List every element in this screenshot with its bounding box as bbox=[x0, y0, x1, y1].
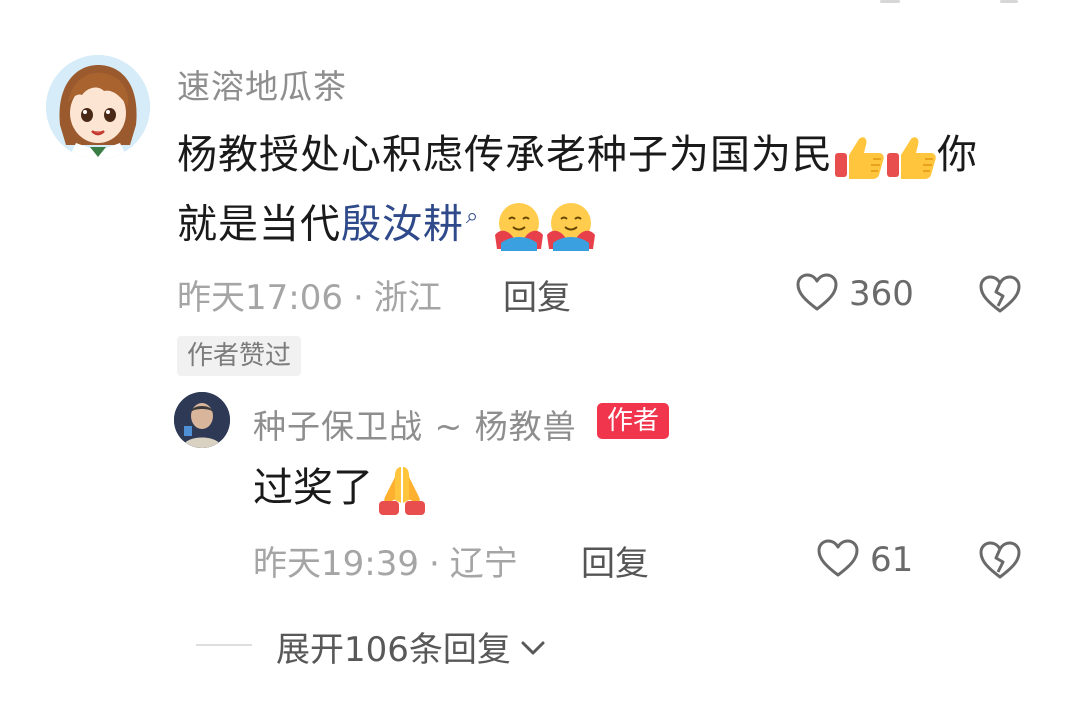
reply-like-button[interactable]: 61 bbox=[816, 538, 913, 582]
like-count: 360 bbox=[849, 274, 914, 314]
previous-row-edge bbox=[880, 0, 1020, 4]
expand-divider bbox=[196, 644, 252, 646]
reply-time: 昨天19:39 bbox=[253, 544, 419, 584]
meta-separator: · bbox=[352, 278, 364, 318]
folded-hands-icon bbox=[373, 463, 431, 517]
thumbs-up-icon bbox=[885, 133, 937, 181]
thumbs-up-icon bbox=[833, 133, 885, 181]
broken-heart-icon bbox=[977, 275, 1023, 318]
heart-icon bbox=[795, 272, 839, 316]
search-icon[interactable]: ⌕ bbox=[466, 204, 479, 229]
reply-meta: 昨天19:39 · 辽宁 bbox=[253, 536, 518, 585]
dislike-button[interactable] bbox=[977, 274, 1023, 318]
heart-icon bbox=[816, 538, 860, 582]
reply-avatar[interactable] bbox=[174, 392, 230, 448]
reply-like-count: 61 bbox=[870, 540, 914, 580]
comment-time: 昨天17:06 bbox=[177, 278, 343, 318]
comment-username[interactable]: 速溶地瓜茶 bbox=[177, 60, 347, 108]
author-liked-badge: 作者赞过 bbox=[177, 336, 302, 376]
comment-text-line2: 就是当代 bbox=[177, 201, 341, 248]
reply-location: 辽宁 bbox=[449, 544, 518, 584]
comment-text-tail: 你 bbox=[937, 132, 978, 178]
hugging-face-icon bbox=[545, 201, 597, 252]
meta-separator: · bbox=[428, 544, 440, 584]
comment-text: 杨教授处心积虑传承老种子为国为民 你 就是当代殷汝耕⌕ bbox=[177, 124, 1037, 255]
reply-text-content: 过奖了 bbox=[253, 465, 373, 511]
expand-replies-label: 展开106条回复 bbox=[276, 630, 511, 670]
comment-meta: 昨天17:06 · 浙江 bbox=[177, 270, 442, 319]
reply-username[interactable]: 种子保卫战 ~ 杨教兽 bbox=[253, 400, 577, 448]
reply-text: 过奖了 bbox=[253, 460, 431, 517]
broken-heart-icon bbox=[977, 541, 1023, 584]
expand-replies-button[interactable]: 展开106条回复 bbox=[276, 622, 547, 671]
reply-button[interactable]: 回复 bbox=[503, 270, 571, 319]
like-button[interactable]: 360 bbox=[795, 272, 914, 316]
author-badge: 作者 bbox=[597, 403, 670, 439]
hugging-face-icon bbox=[493, 201, 545, 252]
comment-location: 浙江 bbox=[373, 278, 442, 318]
search-link[interactable]: 殷汝耕 bbox=[341, 201, 464, 247]
reply-reply-button[interactable]: 回复 bbox=[581, 536, 649, 585]
reply-dislike-button[interactable] bbox=[977, 540, 1023, 584]
avatar[interactable] bbox=[46, 55, 150, 159]
comment-text-line1: 杨教授处心积虑传承老种子为国为民 bbox=[177, 132, 833, 178]
chevron-down-icon bbox=[519, 627, 547, 667]
